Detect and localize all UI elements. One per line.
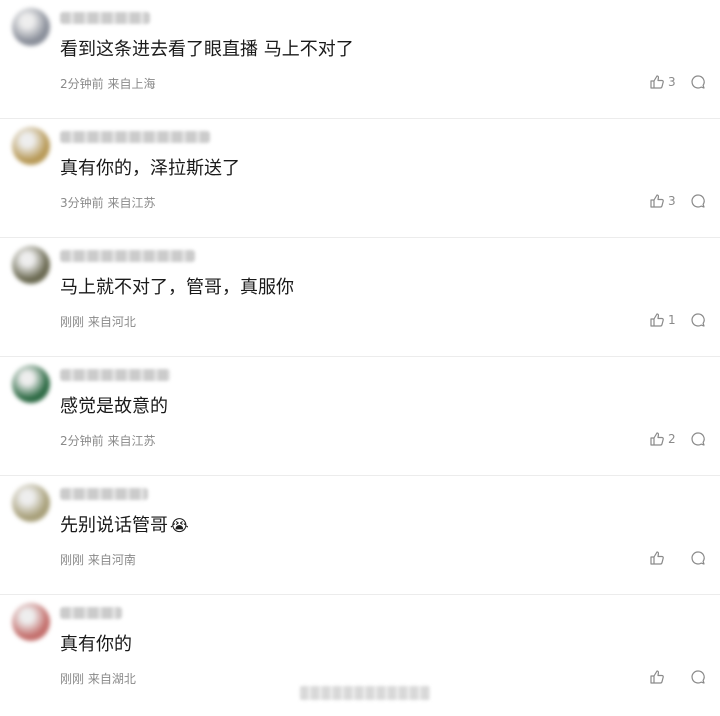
username-blurred[interactable] — [60, 250, 195, 262]
comment-item: 真有你的，泽拉斯送了 3分钟前 来自江苏 3 — [0, 119, 720, 238]
like-button[interactable] — [649, 550, 676, 566]
comment-time: 刚刚 — [60, 315, 85, 329]
comment-time: 2分钟前 — [60, 77, 104, 91]
reply-icon[interactable] — [690, 669, 706, 685]
thumbs-up-icon — [650, 432, 664, 446]
comment-meta: 3分钟前 来自江苏 — [60, 195, 155, 211]
username-blurred[interactable] — [60, 12, 150, 24]
comment-item: 看到这条进去看了眼直播 马上不对了 2分钟前 来自上海 3 — [0, 0, 720, 119]
comment-location: 来自江苏 — [107, 196, 156, 210]
comment-text: 先别说话管哥 😭 — [60, 515, 189, 536]
reply-icon[interactable] — [690, 193, 706, 209]
username-blurred[interactable] — [60, 369, 170, 381]
comment-location: 来自河南 — [87, 553, 136, 567]
avatar[interactable] — [12, 8, 50, 46]
comment-text: 感觉是故意的 — [60, 396, 168, 417]
like-button[interactable]: 3 — [649, 74, 676, 90]
comment-location: 来自江苏 — [107, 434, 156, 448]
thumbs-up-icon — [650, 313, 664, 327]
comment-actions: 2 — [649, 431, 706, 447]
reply-icon[interactable] — [690, 74, 706, 90]
crying-emoji: 😭 — [170, 516, 189, 535]
comment-meta: 2分钟前 来自上海 — [60, 76, 155, 92]
comment-actions: 3 — [649, 74, 706, 90]
comment-text: 马上就不对了，管哥，真服你 — [60, 277, 294, 298]
thumbs-up-icon — [650, 194, 664, 208]
comment-time: 刚刚 — [60, 553, 85, 567]
like-count: 1 — [668, 313, 676, 327]
comment-text: 看到这条进去看了眼直播 马上不对了 — [60, 39, 354, 60]
comment-time: 3分钟前 — [60, 196, 104, 210]
comment-location: 来自上海 — [107, 77, 156, 91]
comment-meta: 刚刚 来自河南 — [60, 552, 136, 568]
comment-text: 真有你的，泽拉斯送了 — [60, 158, 240, 179]
like-button[interactable] — [649, 669, 676, 685]
avatar[interactable] — [12, 365, 50, 403]
comment-actions: 3 — [649, 193, 706, 209]
comment-item: 先别说话管哥 😭 刚刚 来自河南 — [0, 476, 720, 595]
like-button[interactable]: 1 — [649, 312, 676, 328]
comment-meta: 刚刚 来自河北 — [60, 314, 136, 330]
comment-item: 马上就不对了，管哥，真服你 刚刚 来自河北 1 — [0, 238, 720, 357]
avatar[interactable] — [12, 603, 50, 641]
comment-text: 真有你的 — [60, 634, 132, 655]
thumbs-up-icon — [650, 75, 664, 89]
comment-location: 来自河北 — [87, 315, 136, 329]
username-blurred[interactable] — [60, 488, 148, 500]
comment-meta: 2分钟前 来自江苏 — [60, 433, 155, 449]
comment-item: 感觉是故意的 2分钟前 来自江苏 2 — [0, 357, 720, 476]
reply-icon[interactable] — [690, 431, 706, 447]
like-button[interactable]: 2 — [649, 431, 676, 447]
comment-time: 2分钟前 — [60, 434, 104, 448]
comment-actions — [649, 550, 706, 566]
like-count: 2 — [668, 432, 676, 446]
reply-icon[interactable] — [690, 312, 706, 328]
like-button[interactable]: 3 — [649, 193, 676, 209]
reply-icon[interactable] — [690, 550, 706, 566]
username-blurred[interactable] — [60, 607, 122, 619]
thumbs-up-icon — [650, 551, 664, 565]
avatar[interactable] — [12, 127, 50, 165]
thumbs-up-icon — [650, 670, 664, 684]
comment-actions — [649, 669, 706, 685]
username-blurred[interactable] — [60, 131, 210, 143]
comment-actions: 1 — [649, 312, 706, 328]
like-count: 3 — [668, 75, 676, 89]
comment-time: 刚刚 — [60, 672, 85, 686]
avatar[interactable] — [12, 484, 50, 522]
avatar[interactable] — [12, 246, 50, 284]
like-count: 3 — [668, 194, 676, 208]
comment-location: 来自湖北 — [87, 672, 136, 686]
watermark-blurred — [300, 686, 430, 700]
comment-meta: 刚刚 来自湖北 — [60, 671, 136, 687]
